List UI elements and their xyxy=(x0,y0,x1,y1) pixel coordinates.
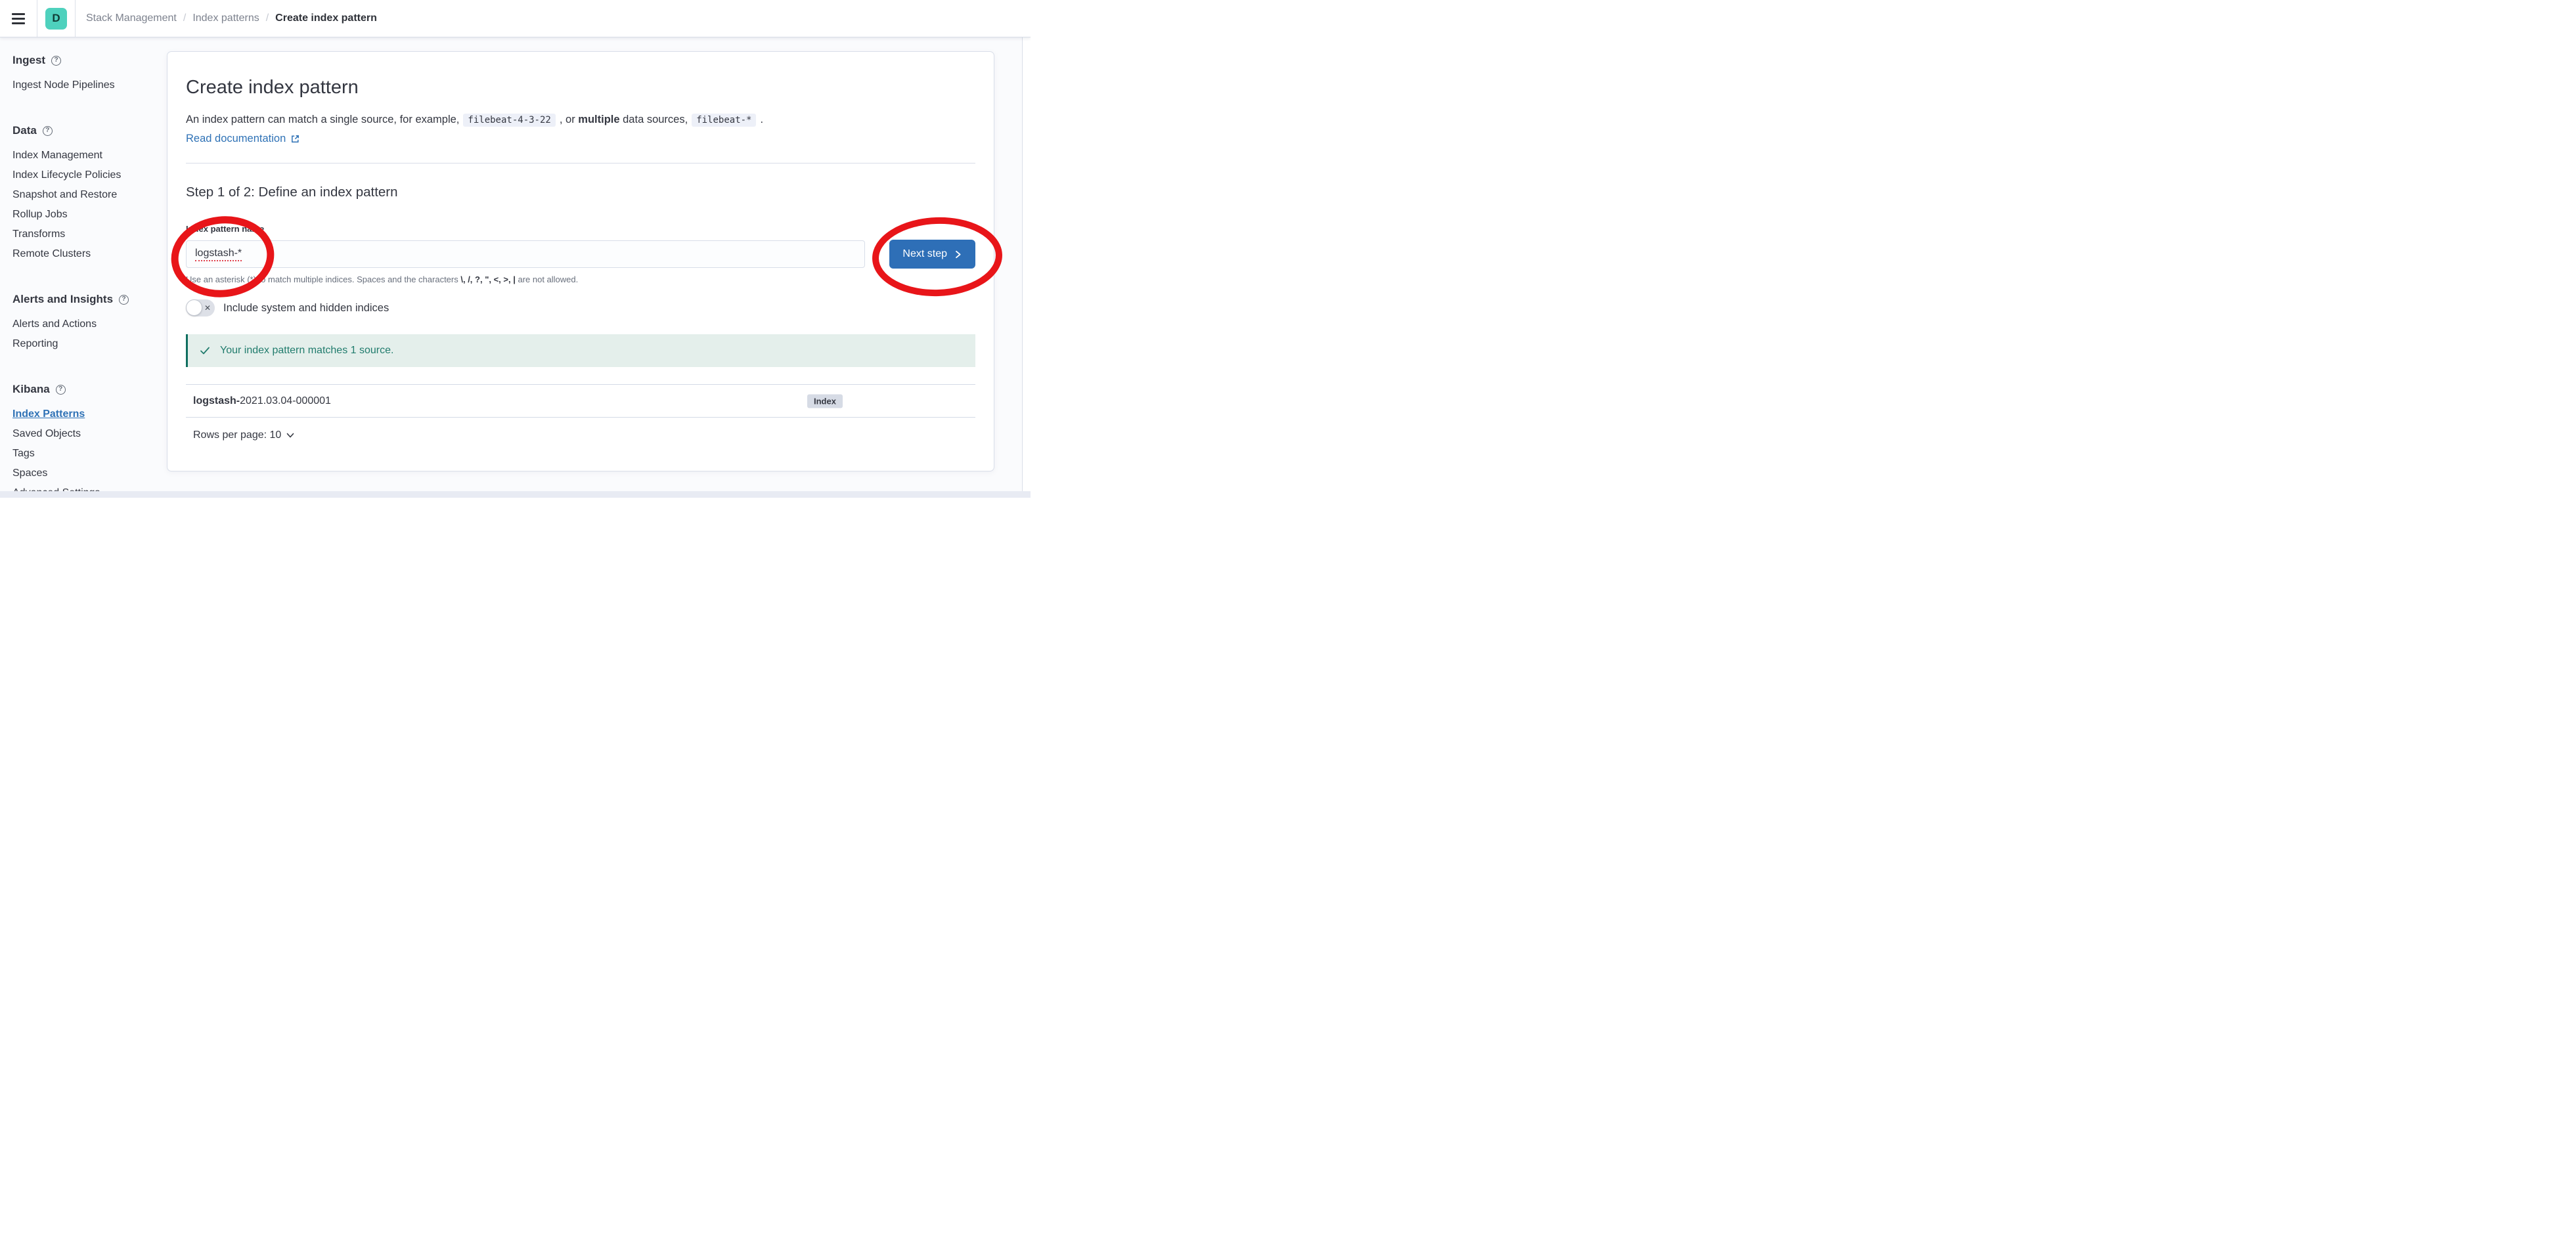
success-callout-message: Your index pattern matches 1 source. xyxy=(220,345,393,357)
nav-group-title-label: Ingest xyxy=(12,53,45,68)
helper-part2: are not allowed. xyxy=(516,274,578,284)
nav-group-title-alerts-insights: Alerts and Insights xyxy=(12,292,158,307)
sidebar-item-index-lifecycle-policies[interactable]: Index Lifecycle Policies xyxy=(12,165,158,185)
matched-suffix: 2021.03.04-000001 xyxy=(240,395,331,406)
breadcrumb-separator: / xyxy=(259,12,275,24)
chevron-right-icon xyxy=(954,250,962,259)
main-content-area: Create index pattern An index pattern ca… xyxy=(167,37,1031,471)
sidebar-item-index-management[interactable]: Index Management xyxy=(12,146,158,165)
toggle-off-x-icon xyxy=(204,304,211,312)
nav-group-title-label: Data xyxy=(12,123,37,138)
read-documentation-link[interactable]: Read documentation xyxy=(186,133,300,145)
space-avatar-cell: D xyxy=(37,0,76,37)
breadcrumb-stack-management[interactable]: Stack Management xyxy=(86,12,177,24)
check-icon xyxy=(199,345,211,357)
top-header-bar: D Stack Management / Index patterns / Cr… xyxy=(0,0,1031,37)
help-icon[interactable] xyxy=(119,295,129,305)
breadcrumb-index-patterns[interactable]: Index patterns xyxy=(192,12,259,24)
next-step-label: Next step xyxy=(902,248,947,260)
scrollbar-track[interactable] xyxy=(1022,37,1031,498)
sidebar-item-tags[interactable]: Tags xyxy=(12,444,158,464)
section-divider xyxy=(186,163,975,164)
intro-part2: , or xyxy=(560,114,578,125)
intro-part3: data sources, xyxy=(620,114,688,125)
nav-group-title-kibana: Kibana xyxy=(12,382,158,397)
sidebar-item-alerts-and-actions[interactable]: Alerts and Actions xyxy=(12,315,158,334)
next-step-button[interactable]: Next step xyxy=(889,240,975,269)
breadcrumb-current-page: Create index pattern xyxy=(275,12,377,24)
nav-group-ingest: Ingest Ingest Node Pipelines xyxy=(12,53,158,95)
index-pattern-name-label: Index pattern name xyxy=(186,224,975,234)
breadcrumb-separator: / xyxy=(177,12,192,24)
create-index-pattern-panel: Create index pattern An index pattern ca… xyxy=(167,51,994,471)
chevron-down-icon xyxy=(286,431,295,440)
index-type-badge: Index xyxy=(807,394,843,408)
management-sidebar: Ingest Ingest Node Pipelines Data Index … xyxy=(0,37,167,498)
nav-group-title-label: Alerts and Insights xyxy=(12,292,113,307)
matched-index-name: logstash-2021.03.04-000001 xyxy=(193,395,331,407)
page-title: Create index pattern xyxy=(186,74,975,101)
sidebar-item-remote-clusters[interactable]: Remote Clusters xyxy=(12,244,158,264)
input-helper-text: Use an asterisk (*) to match multiple in… xyxy=(186,274,975,286)
step-heading: Step 1 of 2: Define an index pattern xyxy=(186,183,975,202)
intro-bold-multiple: multiple xyxy=(578,114,619,125)
read-documentation-label: Read documentation xyxy=(186,133,286,145)
index-pattern-input-value: logstash-* xyxy=(195,248,242,261)
help-icon[interactable] xyxy=(51,56,61,66)
horizontal-scrollbar-track[interactable] xyxy=(0,491,1031,498)
nav-group-title-label: Kibana xyxy=(12,382,50,397)
sidebar-item-transforms[interactable]: Transforms xyxy=(12,225,158,244)
include-hidden-indices-row: Include system and hidden indices xyxy=(186,299,975,317)
kibana-create-index-pattern-screen: D Stack Management / Index patterns / Cr… xyxy=(0,0,1031,498)
sidebar-item-rollup-jobs[interactable]: Rollup Jobs xyxy=(12,205,158,225)
sidebar-item-spaces[interactable]: Spaces xyxy=(12,464,158,483)
include-hidden-indices-toggle[interactable] xyxy=(186,299,215,317)
intro-part1: An index pattern can match a single sour… xyxy=(186,114,459,125)
external-link-icon xyxy=(290,134,300,144)
help-icon[interactable] xyxy=(43,126,53,136)
include-hidden-indices-label: Include system and hidden indices xyxy=(223,302,389,315)
intro-text: An index pattern can match a single sour… xyxy=(186,110,975,129)
index-pattern-input[interactable]: logstash-* xyxy=(186,240,865,268)
code-example-single: filebeat-4-3-22 xyxy=(463,114,555,127)
sidebar-item-reporting[interactable]: Reporting xyxy=(12,334,158,354)
matching-sources-table: logstash-2021.03.04-000001 Index xyxy=(186,384,975,418)
sidebar-item-snapshot-and-restore[interactable]: Snapshot and Restore xyxy=(12,185,158,205)
nav-group-alerts-insights: Alerts and Insights Alerts and Actions R… xyxy=(12,292,158,354)
space-avatar[interactable]: D xyxy=(45,8,67,30)
breadcrumb: Stack Management / Index patterns / Crea… xyxy=(76,0,377,37)
sidebar-item-saved-objects[interactable]: Saved Objects xyxy=(12,424,158,444)
hamburger-icon xyxy=(12,13,25,24)
table-row: logstash-2021.03.04-000001 Index xyxy=(186,385,975,418)
index-pattern-field-row: logstash-* Next step xyxy=(186,240,975,269)
success-callout: Your index pattern matches 1 source. xyxy=(186,334,975,367)
nav-group-data: Data Index Management Index Lifecycle Po… xyxy=(12,123,158,264)
intro-part4: . xyxy=(760,114,763,125)
menu-toggle-button[interactable] xyxy=(0,0,37,37)
nav-group-kibana: Kibana Index Patterns Saved Objects Tags… xyxy=(12,382,158,498)
rows-per-page-label: Rows per page: 10 xyxy=(193,429,281,441)
nav-group-title-ingest: Ingest xyxy=(12,53,158,68)
toggle-knob xyxy=(186,299,202,316)
helper-forbidden-chars: \, /, ?, ", <, >, | xyxy=(460,274,516,284)
rows-per-page-button[interactable]: Rows per page: 10 xyxy=(193,429,295,441)
help-icon[interactable] xyxy=(56,385,66,395)
matched-prefix: logstash- xyxy=(193,395,240,406)
sidebar-item-ingest-node-pipelines[interactable]: Ingest Node Pipelines xyxy=(12,76,158,95)
sidebar-item-index-patterns[interactable]: Index Patterns xyxy=(12,404,158,424)
nav-group-title-data: Data xyxy=(12,123,158,138)
helper-part1: Use an asterisk (*) to match multiple in… xyxy=(186,274,460,284)
code-example-wildcard: filebeat-* xyxy=(692,114,756,127)
